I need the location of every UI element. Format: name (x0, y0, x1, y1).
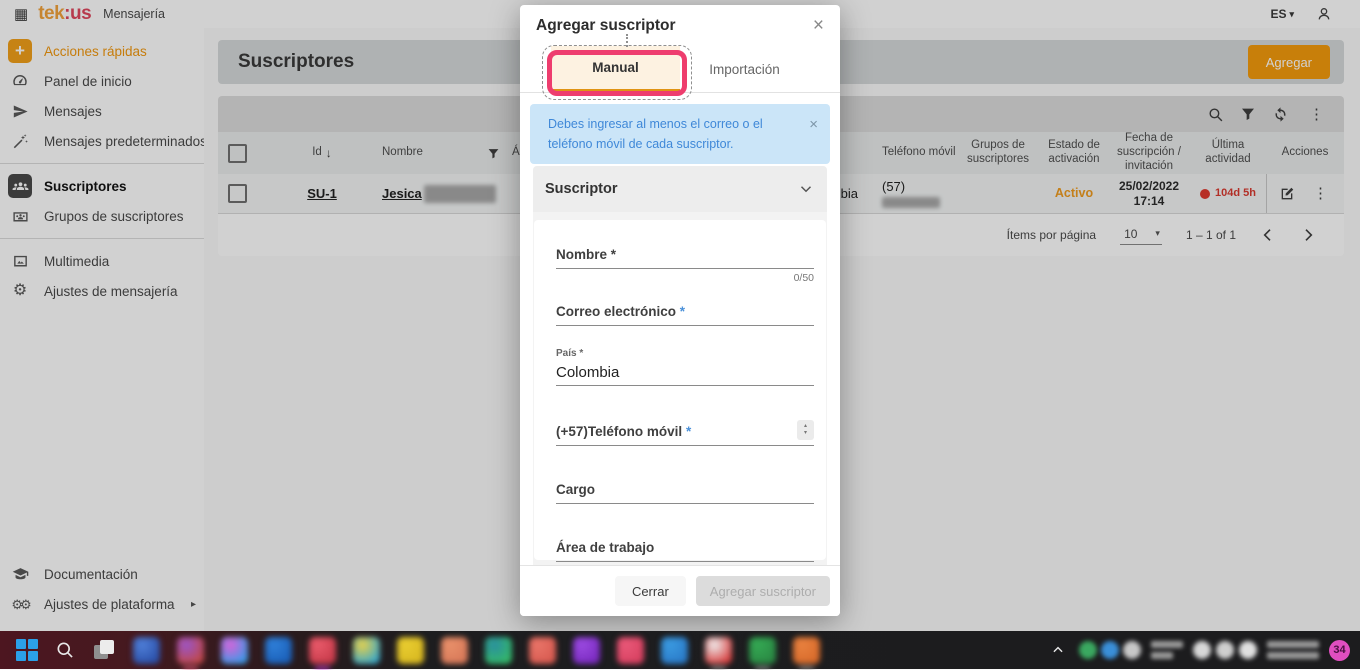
taskbar-app-icon[interactable] (617, 637, 644, 664)
taskbar-app-icon[interactable] (749, 637, 776, 664)
tray-icon[interactable] (1079, 641, 1097, 659)
close-icon[interactable]: × (813, 16, 824, 35)
taskbar-app-icon[interactable] (441, 637, 468, 664)
pais-field[interactable]: País * Colombia (556, 343, 814, 386)
taskbar-app-icon[interactable] (265, 637, 292, 664)
taskbar-app-icon[interactable] (573, 637, 600, 664)
task-view-icon[interactable] (92, 638, 116, 662)
number-spinner[interactable]: ▴ ▾ (797, 420, 814, 440)
windows-taskbar: 34 (0, 631, 1360, 669)
add-subscriber-dialog: Agregar suscriptor × Manual Importación … (520, 5, 840, 616)
subscriber-section-header[interactable]: Suscriptor (533, 166, 827, 212)
taskbar-app-icon[interactable] (529, 637, 556, 664)
taskbar-app-icons (133, 637, 820, 664)
subscriber-form-card: Nombre * 0/50 Correo electrónico * País … (534, 220, 826, 560)
submit-subscriber-button[interactable]: Agregar suscriptor (696, 576, 830, 606)
taskbar-app-icon[interactable] (485, 637, 512, 664)
telefono-field[interactable]: (+57)Teléfono móvil * ▴ ▾ (556, 423, 814, 446)
blurred-tray-text[interactable] (1151, 641, 1183, 659)
tray-icon[interactable] (1239, 641, 1257, 659)
cargo-field[interactable]: Cargo (556, 481, 814, 504)
dialog-title: Agregar suscriptor (536, 17, 676, 35)
tray-icon[interactable] (1123, 641, 1141, 659)
taskbar-app-icon[interactable] (397, 637, 424, 664)
tray-icon[interactable] (1101, 641, 1119, 659)
dialog-header: Agregar suscriptor × (520, 5, 840, 46)
dialog-tabs: Manual Importación (520, 46, 840, 93)
taskbar-app-icon[interactable] (705, 637, 732, 664)
spinner-up-icon: ▴ (804, 423, 807, 430)
running-app-indicator (755, 667, 770, 670)
correo-field[interactable]: Correo electrónico * (556, 303, 814, 326)
taskbar-app-icon[interactable] (133, 637, 160, 664)
taskbar-search-icon[interactable] (55, 640, 75, 660)
chevron-down-icon (797, 180, 815, 198)
tab-importacion[interactable]: Importación (680, 46, 809, 92)
dialog-footer: Cerrar Agregar suscriptor (520, 565, 840, 616)
taskbar-app-icon[interactable] (177, 637, 204, 664)
notification-badge[interactable]: 34 (1329, 640, 1350, 661)
info-alert: Debes ingresar al menos el correo o el t… (530, 104, 830, 164)
tray-icons (1079, 641, 1141, 659)
running-app-indicator (711, 667, 726, 670)
area-field[interactable]: Área de trabajo (556, 539, 814, 562)
tab-manual[interactable]: Manual (551, 46, 680, 92)
blurred-clock-text[interactable] (1267, 641, 1319, 659)
nombre-field[interactable]: Nombre * 0/50 (556, 246, 814, 284)
taskbar-app-icon[interactable] (353, 637, 380, 664)
char-counter: 0/50 (556, 272, 814, 284)
taskbar-app-icon[interactable] (221, 637, 248, 664)
pais-value: Colombia (556, 364, 814, 381)
tray-chevron-up-icon[interactable] (1051, 643, 1065, 657)
tray-icon[interactable] (1216, 641, 1234, 659)
taskbar-app-icon[interactable] (793, 637, 820, 664)
close-dialog-button[interactable]: Cerrar (615, 576, 686, 606)
running-app-indicator (183, 667, 198, 670)
tray-icons-2 (1193, 641, 1257, 659)
start-button-icon[interactable] (16, 639, 38, 661)
tray-icon[interactable] (1193, 641, 1211, 659)
running-app-indicator (799, 667, 814, 670)
running-app-indicator (315, 667, 330, 670)
subscriber-section-body: Nombre * 0/50 Correo electrónico * País … (533, 212, 827, 565)
alert-close-icon[interactable]: × (809, 113, 818, 137)
taskbar-app-icon[interactable] (309, 637, 336, 664)
taskbar-app-icon[interactable] (661, 637, 688, 664)
spinner-down-icon: ▾ (804, 430, 807, 437)
